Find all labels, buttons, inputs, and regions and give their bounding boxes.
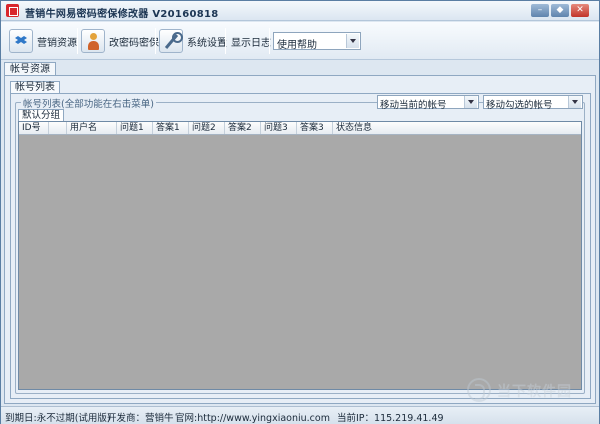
column-header-status[interactable]: 状态信息 xyxy=(333,122,393,134)
title-bar: 营销牛网易密码密保修改器 V20160818 – ◆ ✕ xyxy=(1,1,599,21)
app-window: 营销牛网易密码密保修改器 V20160818 – ◆ ✕ 营销资源 改密码密保 … xyxy=(0,0,600,424)
toolbar: 营销资源 改密码密保 系统设置 显示日志 使用帮助 xyxy=(1,22,599,60)
show-log-label: 显示日志 xyxy=(231,37,271,49)
column-header-question1[interactable]: 问题1 xyxy=(117,122,153,134)
move-checked-account-select[interactable]: 移动勾选的帐号 xyxy=(483,95,583,111)
status-developer: 开发商：营销牛 xyxy=(107,413,174,424)
table-header: ID号 用户名 问题1 答案1 问题2 答案2 问题3 答案3 状态信息 xyxy=(19,122,581,135)
watermark-text: 当下软件园 xyxy=(497,384,572,400)
watermark-logo: 当下软件园 xyxy=(467,377,587,405)
toolbar-separator xyxy=(269,28,270,54)
window-title: 营销牛网易密码密保修改器 V20160818 xyxy=(25,9,219,20)
marketing-resources-label: 营销资源 xyxy=(37,37,77,49)
column-header-question3[interactable]: 问题3 xyxy=(261,122,297,134)
close-icon[interactable]: ✕ xyxy=(571,4,589,17)
column-header-answer2[interactable]: 答案2 xyxy=(225,122,261,134)
watermark-icon xyxy=(467,378,491,402)
user-icon xyxy=(81,29,105,53)
maximize-icon[interactable]: ◆ xyxy=(551,4,569,17)
column-header-check[interactable] xyxy=(49,122,67,134)
system-settings-button[interactable]: 系统设置 xyxy=(159,26,227,56)
tab-account-resources[interactable]: 帐号资源 xyxy=(4,62,56,76)
wrench-icon xyxy=(159,29,183,53)
chevron-down-icon[interactable] xyxy=(568,96,581,108)
change-password-label: 改密码密保 xyxy=(109,37,159,49)
column-header-answer3[interactable]: 答案3 xyxy=(297,122,333,134)
move-current-account-value: 移动当前的帐号 xyxy=(380,100,447,111)
move-current-account-select[interactable]: 移动当前的帐号 xyxy=(377,95,479,111)
account-table[interactable]: ID号 用户名 问题1 答案1 问题2 答案2 问题3 答案3 状态信息 xyxy=(18,121,582,390)
help-dropdown[interactable]: 使用帮助 xyxy=(273,32,361,51)
status-bar: 到期日:永不过期(试用版) 开发商：营销牛 官网:http://www.ying… xyxy=(1,406,599,424)
column-header-username[interactable]: 用户名 xyxy=(67,122,117,134)
app-logo-icon xyxy=(6,4,19,17)
minimize-icon[interactable]: – xyxy=(531,4,549,17)
marketing-resources-button[interactable]: 营销资源 xyxy=(9,26,77,56)
group-box-title: 帐号列表(全部功能在右击菜单) xyxy=(21,96,156,110)
status-ip: 当前IP：115.219.41.49 xyxy=(337,413,444,424)
chevron-down-icon[interactable] xyxy=(464,96,477,108)
toolbar-separator xyxy=(77,28,78,54)
toolbar-separator xyxy=(155,28,156,54)
column-header-answer1[interactable]: 答案1 xyxy=(153,122,189,134)
help-dropdown-value: 使用帮助 xyxy=(277,40,317,51)
toolbar-separator xyxy=(225,28,226,54)
show-log-button[interactable]: 显示日志 xyxy=(231,26,271,56)
system-settings-label: 系统设置 xyxy=(187,37,227,49)
status-expiry: 到期日:永不过期(试用版) xyxy=(5,413,111,424)
column-header-question2[interactable]: 问题2 xyxy=(189,122,225,134)
chevron-down-icon[interactable] xyxy=(346,34,359,48)
column-header-id[interactable]: ID号 xyxy=(19,122,49,134)
status-website: 官网:http://www.yingxiaoniu.com xyxy=(175,413,330,424)
move-checked-account-value: 移动勾选的帐号 xyxy=(486,100,553,111)
dropbox-icon xyxy=(9,29,33,53)
change-password-button[interactable]: 改密码密保 xyxy=(81,26,159,56)
